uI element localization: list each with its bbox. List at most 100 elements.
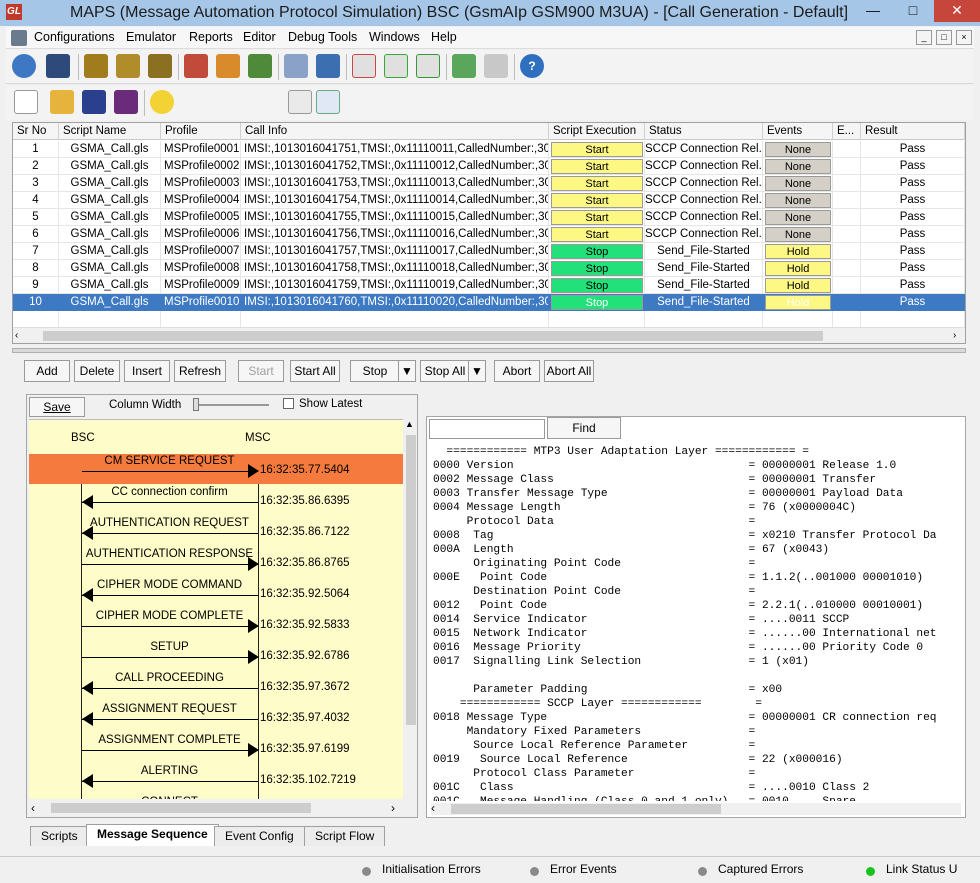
- col-e[interactable]: E...: [833, 123, 861, 140]
- table-row[interactable]: 1 GSMA_Call.gls MSProfile0001 IMSI:,1013016…: [13, 141, 965, 158]
- table-row[interactable]: 5 GSMA_Call.gls MSProfile0005 IMSI:,1013016…: [13, 209, 965, 226]
- save-ladder-button[interactable]: Save: [29, 397, 85, 417]
- event-button[interactable]: None: [765, 176, 831, 191]
- ladder-icon[interactable]: [452, 54, 476, 78]
- ladder-vscroll-thumb[interactable]: [406, 435, 416, 725]
- event-button[interactable]: Hold: [765, 278, 831, 293]
- insert-button[interactable]: Insert: [124, 360, 170, 382]
- col-script-name[interactable]: Script Name: [59, 123, 161, 140]
- message-label[interactable]: CALL PROCEEDING: [80, 672, 260, 684]
- minimize-button[interactable]: —: [854, 0, 892, 22]
- table-row[interactable]: 2 GSMA_Call.gls MSProfile0002 IMSI:,1013016…: [13, 158, 965, 175]
- col-profile[interactable]: Profile: [161, 123, 241, 140]
- column-width-slider-handle[interactable]: [193, 398, 199, 411]
- table-row[interactable]: 9 GSMA_Call.gls MSProfile0009 IMSI:,1013016…: [13, 277, 965, 294]
- script-exec-button[interactable]: Stop: [551, 244, 643, 259]
- mdi-minimize-button[interactable]: _: [916, 30, 932, 45]
- col-events[interactable]: Events: [763, 123, 833, 140]
- profile-icon[interactable]: [116, 54, 140, 78]
- find-input[interactable]: [429, 419, 545, 439]
- grid-horizontal-scrollbar[interactable]: ‹ ›: [13, 327, 965, 343]
- stop-button[interactable]: Stop: [350, 360, 400, 382]
- tab-message-sequence[interactable]: Message Sequence: [86, 824, 219, 846]
- menu-help[interactable]: Help: [431, 30, 457, 44]
- save-as-icon[interactable]: [114, 90, 138, 114]
- scroll-left-icon[interactable]: ‹: [31, 801, 35, 815]
- script-list-icon[interactable]: [46, 54, 70, 78]
- stop-all-dropdown-icon[interactable]: ▼: [468, 360, 486, 382]
- column-width-slider[interactable]: [193, 404, 269, 406]
- open-folder-icon[interactable]: [50, 90, 74, 114]
- help-icon[interactable]: ?: [520, 54, 544, 78]
- menu-editor[interactable]: Editor: [243, 30, 276, 44]
- initialisation-errors-label[interactable]: Initialisation Errors: [382, 862, 481, 876]
- event-button[interactable]: Hold: [765, 261, 831, 276]
- close-button[interactable]: ✕: [934, 0, 980, 22]
- tab-script-flow[interactable]: Script Flow: [304, 826, 386, 846]
- script-exec-button[interactable]: Start: [551, 142, 643, 157]
- save-icon[interactable]: [82, 90, 106, 114]
- tab-event-config[interactable]: Event Config: [214, 826, 305, 846]
- script-exec-button[interactable]: Stop: [551, 278, 643, 293]
- decode-hscroll-thumb[interactable]: [451, 804, 721, 814]
- message-label[interactable]: CC connection confirm: [80, 486, 260, 498]
- col-sr-no[interactable]: Sr No: [13, 123, 59, 140]
- event-button[interactable]: None: [765, 159, 831, 174]
- script-exec-button[interactable]: Start: [551, 193, 643, 208]
- stop-all-button[interactable]: Stop All: [420, 360, 470, 382]
- lightbulb-icon[interactable]: [150, 90, 174, 114]
- stop-script-icon[interactable]: [352, 54, 376, 78]
- col-call-info[interactable]: Call Info: [241, 123, 549, 140]
- message-label[interactable]: ASSIGNMENT REQUEST: [80, 703, 260, 715]
- play-script-icon[interactable]: [416, 54, 440, 78]
- scroll-right-icon[interactable]: ›: [391, 801, 395, 815]
- maximize-button[interactable]: □: [894, 0, 932, 22]
- add-button[interactable]: Add: [24, 360, 70, 382]
- show-latest-checkbox[interactable]: [283, 398, 294, 409]
- message-label[interactable]: AUTHENTICATION REQUEST: [80, 517, 260, 529]
- script-exec-button[interactable]: Start: [551, 227, 643, 242]
- delete-button[interactable]: Delete: [74, 360, 120, 382]
- tools-icon[interactable]: [316, 54, 340, 78]
- col-status[interactable]: Status: [645, 123, 763, 140]
- menu-windows[interactable]: Windows: [369, 30, 420, 44]
- stop-dropdown-icon[interactable]: ▼: [398, 360, 416, 382]
- message-label[interactable]: CIPHER MODE COMPLETE: [80, 610, 260, 622]
- new-file-icon[interactable]: [14, 90, 38, 114]
- call-script-icon[interactable]: [384, 54, 408, 78]
- database-icon[interactable]: [184, 54, 208, 78]
- event-button[interactable]: None: [765, 142, 831, 157]
- script-edit-icon[interactable]: [84, 54, 108, 78]
- menu-configurations[interactable]: Configurations: [34, 30, 115, 44]
- table-row[interactable]: 4 GSMA_Call.gls MSProfile0004 IMSI:,1013016…: [13, 192, 965, 209]
- error-events-label[interactable]: Error Events: [550, 862, 617, 876]
- tree-layout-icon[interactable]: [316, 90, 340, 114]
- decode-horizontal-scrollbar[interactable]: ‹: [431, 801, 961, 815]
- table-row[interactable]: 7 GSMA_Call.gls MSProfile0007 IMSI:,1013016…: [13, 243, 965, 260]
- scroll-left-icon[interactable]: ‹: [431, 801, 435, 815]
- script-exec-button[interactable]: Start: [551, 210, 643, 225]
- vertical-layout-icon[interactable]: [288, 90, 312, 114]
- scroll-up-icon[interactable]: ▲: [405, 419, 414, 429]
- menu-reports[interactable]: Reports: [189, 30, 233, 44]
- table-row[interactable]: 8 GSMA_Call.gls MSProfile0008 IMSI:,1013016…: [13, 260, 965, 277]
- table-row[interactable]: 6 GSMA_Call.gls MSProfile0006 IMSI:,1013016…: [13, 226, 965, 243]
- menu-debug-tools[interactable]: Debug Tools: [288, 30, 357, 44]
- scroll-left-icon[interactable]: ‹: [15, 330, 18, 341]
- abort-all-button[interactable]: Abort All: [544, 360, 594, 382]
- mdi-close-button[interactable]: ×: [956, 30, 972, 45]
- find-button[interactable]: Find: [547, 417, 621, 439]
- captured-errors-label[interactable]: Captured Errors: [718, 862, 803, 876]
- event-button[interactable]: Hold: [765, 295, 831, 310]
- message-label[interactable]: CIPHER MODE COMMAND: [80, 579, 260, 591]
- message-icon[interactable]: [148, 54, 172, 78]
- message-label[interactable]: ALERTING: [80, 765, 260, 777]
- message-label[interactable]: ASSIGNMENT COMPLETE: [80, 734, 260, 746]
- table-row[interactable]: 3 GSMA_Call.gls MSProfile0003 IMSI:,1013016…: [13, 175, 965, 192]
- ladder-vertical-scrollbar[interactable]: ▲: [405, 419, 417, 799]
- table-row[interactable]: 10 GSMA_Call.gls MSProfile0010 IMSI:,101301…: [13, 294, 965, 311]
- event-button[interactable]: None: [765, 210, 831, 225]
- ladder-horizontal-scrollbar[interactable]: ‹ ›: [29, 801, 403, 815]
- message-label[interactable]: AUTHENTICATION RESPONSE: [80, 548, 260, 560]
- script-exec-button[interactable]: Start: [551, 159, 643, 174]
